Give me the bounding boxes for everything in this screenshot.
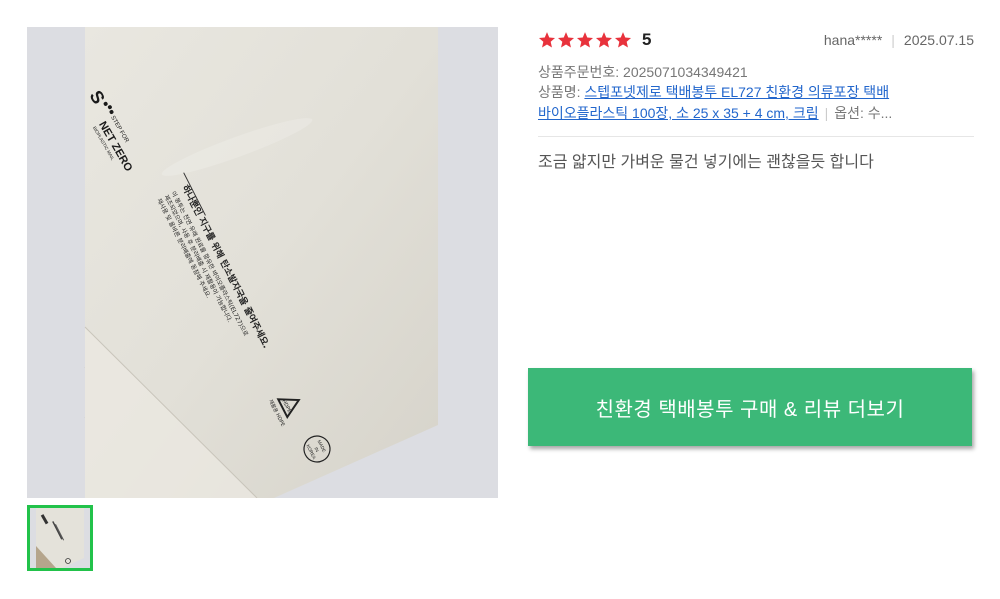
thumbnail-graphic [30,508,90,568]
star-rating [538,31,632,49]
product-info: 상품명: 스텝포넷제로 택배봉투 EL727 친환경 의류포장 택배 바이오플라스… [538,82,974,124]
review-photo[interactable]: S STEP FOR NET ZERO BIOPLASTIC MAIL 하나뿐인… [27,27,498,498]
product-separator: | [824,105,829,121]
rating-value: 5 [642,30,652,49]
product-label: 상품명: [538,84,585,100]
rating-row: 5 hana***** | 2025.07.15 [538,27,974,53]
buy-and-more-reviews-button[interactable]: 친환경 택배봉투 구매 & 리뷰 더보기 [528,368,972,446]
meta-separator: | [891,32,895,48]
star-icon [557,32,575,48]
divider [538,136,974,137]
review-panel: 5 hana***** | 2025.07.15 상품주문번호: 2025071… [538,27,974,175]
star-icon [614,32,632,48]
star-icon [595,32,613,48]
photo-graphic: S STEP FOR NET ZERO BIOPLASTIC MAIL 하나뿐인… [27,27,498,498]
star-icon [538,32,556,48]
review-date: 2025.07.15 [903,32,974,48]
star-icon [576,32,594,48]
order-number: 상품주문번호: 2025071034349421 [538,64,748,80]
review-text: 조금 얇지만 가벼운 물건 넣기에는 괜찮을듯 합니다 [538,154,874,171]
reviewer-name: hana***** [823,32,883,48]
photo-thumbnail[interactable] [27,505,93,571]
product-option: 옵션: 수... [834,105,893,121]
review-meta: hana***** | 2025.07.15 [824,32,974,48]
